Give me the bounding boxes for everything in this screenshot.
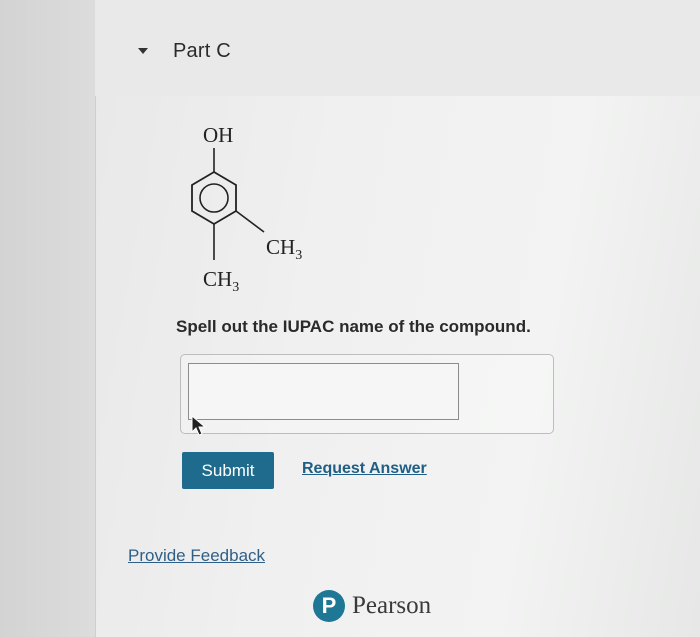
iupac-name-input[interactable] <box>188 363 459 420</box>
caret-down-icon[interactable] <box>138 48 148 54</box>
aromatic-circle <box>199 183 229 213</box>
benzene-ring <box>191 170 237 226</box>
request-answer-link[interactable]: Request Answer <box>302 460 427 478</box>
methyl-label-bottom: CH3 <box>203 267 239 295</box>
pearson-p-icon: P <box>313 590 345 622</box>
left-gutter <box>0 0 95 637</box>
compound-structure: OH CH3 CH3 <box>170 110 340 300</box>
oh-label: OH <box>203 123 233 147</box>
submit-button[interactable]: Submit <box>182 452 274 489</box>
methyl-label-right: CH3 <box>266 235 302 263</box>
provide-feedback-link[interactable]: Provide Feedback <box>128 546 265 566</box>
question-prompt: Spell out the IUPAC name of the compound… <box>176 317 531 336</box>
pearson-logo: P Pearson <box>313 588 431 624</box>
methyl-bond-right <box>235 210 265 233</box>
part-c-toggle[interactable]: Part C <box>138 38 248 64</box>
part-title: Part C <box>173 39 231 62</box>
structure-drawing: OH CH3 CH3 <box>191 123 302 295</box>
mouse-pointer-icon <box>191 415 207 436</box>
pearson-wordmark: Pearson <box>352 592 432 619</box>
